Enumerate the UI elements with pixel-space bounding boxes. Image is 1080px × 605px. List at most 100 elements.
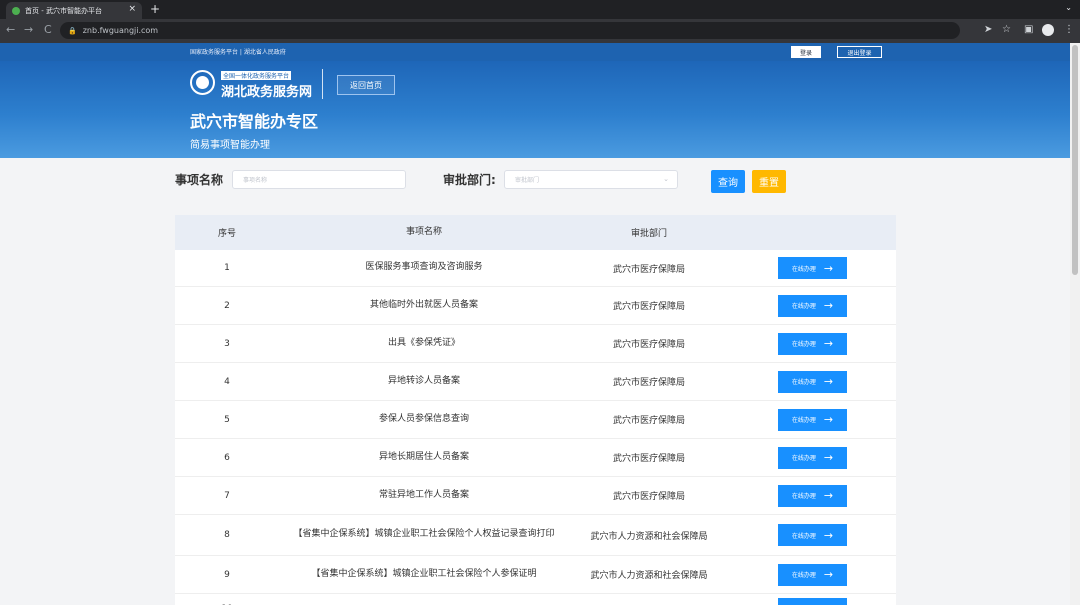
logo-divider xyxy=(322,69,323,99)
back-home-button[interactable]: 返回首页 xyxy=(337,75,395,95)
row-number: 5 xyxy=(224,414,230,425)
sidebar-icon[interactable]: ▣ xyxy=(1024,24,1033,35)
row-dept: 武穴市医疗保障局 xyxy=(612,454,685,464)
row-action: 在线办理→ xyxy=(729,408,896,431)
row-item-name: 异地转诊人员备案 xyxy=(387,375,460,386)
item-name-input[interactable]: 事项名称 xyxy=(232,170,406,189)
apply-online-label: 在线办理 xyxy=(791,455,816,462)
row-action: 在线办理 → xyxy=(729,294,896,317)
row-item-name: 常驻异地工作人员备案 xyxy=(378,489,469,500)
logo-subtitle: 全国一体化政务服务平台 xyxy=(221,71,292,80)
row-action: 在线办理 → xyxy=(729,563,896,586)
tab-close-icon[interactable]: × xyxy=(128,4,136,14)
table-row: 7 常驻异地工作人员备案 武穴市医疗保障局 在线办理 → xyxy=(175,477,896,515)
back-icon[interactable]: ← xyxy=(6,23,15,36)
col-header-no: 序号 xyxy=(217,229,236,239)
page-scrollbar[interactable] xyxy=(1070,43,1080,605)
row-action: 在线办理→ xyxy=(729,484,896,507)
apply-online-label: 在线办理 xyxy=(791,341,816,348)
apply-online-button[interactable]: 在线办理 → xyxy=(778,370,847,393)
row-dept: 武穴市医疗保障局 xyxy=(612,416,685,426)
apply-online-button[interactable]: 在线办理 → xyxy=(778,294,847,317)
row-number: 1 xyxy=(224,263,230,273)
logout-button[interactable]: 退出登录 xyxy=(837,46,882,58)
row-dept: 武穴市医疗保障局 xyxy=(612,492,685,502)
arrow-right-icon: → xyxy=(823,451,834,464)
profile-avatar[interactable] xyxy=(1042,24,1054,36)
row-dept: 武穴市医疗保障局 xyxy=(612,302,685,312)
share-icon[interactable]: ➤ xyxy=(984,24,992,35)
favicon-icon xyxy=(12,6,20,15)
arrow-right-icon: → xyxy=(823,375,834,388)
col-header-name: 事项名称 xyxy=(405,226,442,237)
apply-online-button[interactable]: 在线办理 → xyxy=(778,332,847,355)
scrollbar-thumb[interactable] xyxy=(1072,45,1078,275)
apply-online-label: 在线办理 xyxy=(791,379,816,386)
apply-online-button[interactable]: 在线办理→ xyxy=(778,484,847,507)
lock-icon: 🔒 xyxy=(68,26,77,35)
apply-online-label: 在线办理 xyxy=(791,572,816,579)
table-row: 2 其他临时外出就医人员备案 武穴市医疗保障局 在线办理 → xyxy=(175,287,896,325)
page-title: 武穴市智能办专区 xyxy=(190,112,319,131)
apply-online-button[interactable]: 在线办理→ xyxy=(778,597,847,605)
apply-online-button[interactable]: 在线办理 → xyxy=(778,446,847,469)
apply-online-button[interactable]: 在线办理→ xyxy=(778,408,847,431)
browser-menu-icon[interactable]: ⋮ xyxy=(1064,24,1074,35)
arrow-right-icon: → xyxy=(823,489,834,502)
table-row: 3 出具《参保凭证》 武穴市医疗保障局 在线办理 → xyxy=(175,325,896,363)
apply-online-button[interactable]: 在线办理 → xyxy=(778,524,847,546)
row-number: 2 xyxy=(224,300,230,311)
apply-online-button[interactable]: 在线办理 → xyxy=(778,563,847,586)
address-bar[interactable]: 🔒 znb.fwguangji.com xyxy=(60,22,960,39)
login-button[interactable]: 登录 xyxy=(791,46,821,58)
reload-icon[interactable]: C xyxy=(44,23,52,36)
row-action: 在线办理 → xyxy=(729,524,896,546)
row-action: 在线办理 → xyxy=(729,332,896,355)
query-button[interactable]: 查询 xyxy=(711,170,745,193)
row-number: 7 xyxy=(224,490,230,501)
item-name-label: 事项名称 xyxy=(175,173,224,187)
items-table: 序号 事项名称 审批部门 1 医保服务事项查询及咨询服务 武穴市医疗保障局 在线办理 →… xyxy=(175,215,896,605)
table-row: 4 异地转诊人员备案 武穴市医疗保障局 在线办理 → xyxy=(175,363,896,401)
arrow-right-icon: → xyxy=(823,413,834,426)
row-item-name: 【省集中企保系统】城镇企业职工社会保险个人权益记录查询打印 xyxy=(293,529,555,540)
dept-select-placeholder: 审批部门 xyxy=(515,177,540,184)
row-dept: 武穴市人力资源和社会保障局 xyxy=(590,531,708,542)
chevron-down-icon: ⌄ xyxy=(663,175,669,183)
apply-online-label: 在线办理 xyxy=(791,265,816,273)
top-bar-links[interactable]: 国家政务服务平台 | 湖北省人民政府 xyxy=(190,47,286,56)
top-bar: 国家政务服务平台 | 湖北省人民政府 登录 退出登录 xyxy=(0,43,1070,61)
arrow-right-icon: → xyxy=(823,528,834,542)
reset-button[interactable]: 重置 xyxy=(752,170,786,193)
dept-select[interactable]: 审批部门 ⌄ xyxy=(504,170,678,189)
row-item-name: 异地长期居住人员备案 xyxy=(378,451,469,462)
arrow-right-icon: → xyxy=(823,337,834,350)
row-action: 在线办理→ xyxy=(729,597,896,605)
bookmark-star-icon[interactable]: ☆ xyxy=(1002,24,1011,35)
apply-online-label: 在线办理 xyxy=(791,303,816,310)
row-item-name: 出具《参保凭证》 xyxy=(387,337,460,348)
table-row: 9 【省集中企保系统】城镇企业职工社会保险个人参保证明 武穴市人力资源和社会保障局 在… xyxy=(175,556,896,594)
row-item-name: 其他临时外出就医人员备案 xyxy=(369,299,478,310)
table-row: 6 异地长期居住人员备案 武穴市医疗保障局 在线办理 → xyxy=(175,439,896,477)
new-tab-button[interactable]: + xyxy=(150,2,160,16)
tab-title: 首页 - 武穴市智能办平台 xyxy=(25,6,102,15)
logo-title[interactable]: 湖北政务服务网 xyxy=(221,81,312,100)
arrow-right-icon: → xyxy=(823,299,834,312)
tab-search-icon[interactable]: ⌄ xyxy=(1065,3,1072,12)
row-number: 6 xyxy=(224,452,230,463)
table-header: 序号 事项名称 审批部门 xyxy=(175,215,896,250)
table-row: 5 参保人员参保信息查询 武穴市医疗保障局 在线办理 → xyxy=(175,401,896,439)
url-text[interactable]: znb.fwguangji.com xyxy=(83,26,158,35)
apply-online-label: 在线办理 xyxy=(791,532,816,540)
row-number: 4 xyxy=(224,376,230,387)
row-action: 在线办理→ xyxy=(729,257,896,279)
apply-online-button[interactable]: 在线办理→ xyxy=(778,257,847,279)
row-item-name: 【省集中企保系统】城镇企业职工社会保险个人参保证明 xyxy=(311,568,537,579)
arrow-right-icon: → xyxy=(823,568,834,581)
header-banner: 全国一体化政务服务平台 湖北政务服务网 返回首页 武穴市智能办专区 简易事项智能… xyxy=(0,61,1070,158)
forward-icon[interactable]: → xyxy=(24,23,33,36)
table-row: 8 【省集中企保系统】城镇企业职工社会保险个人权益记录查询打印 武穴市人力资源和社会… xyxy=(175,515,896,556)
row-number: 8 xyxy=(224,530,230,540)
browser-tab[interactable]: 首页 - 武穴市智能办平台 × xyxy=(6,2,142,19)
